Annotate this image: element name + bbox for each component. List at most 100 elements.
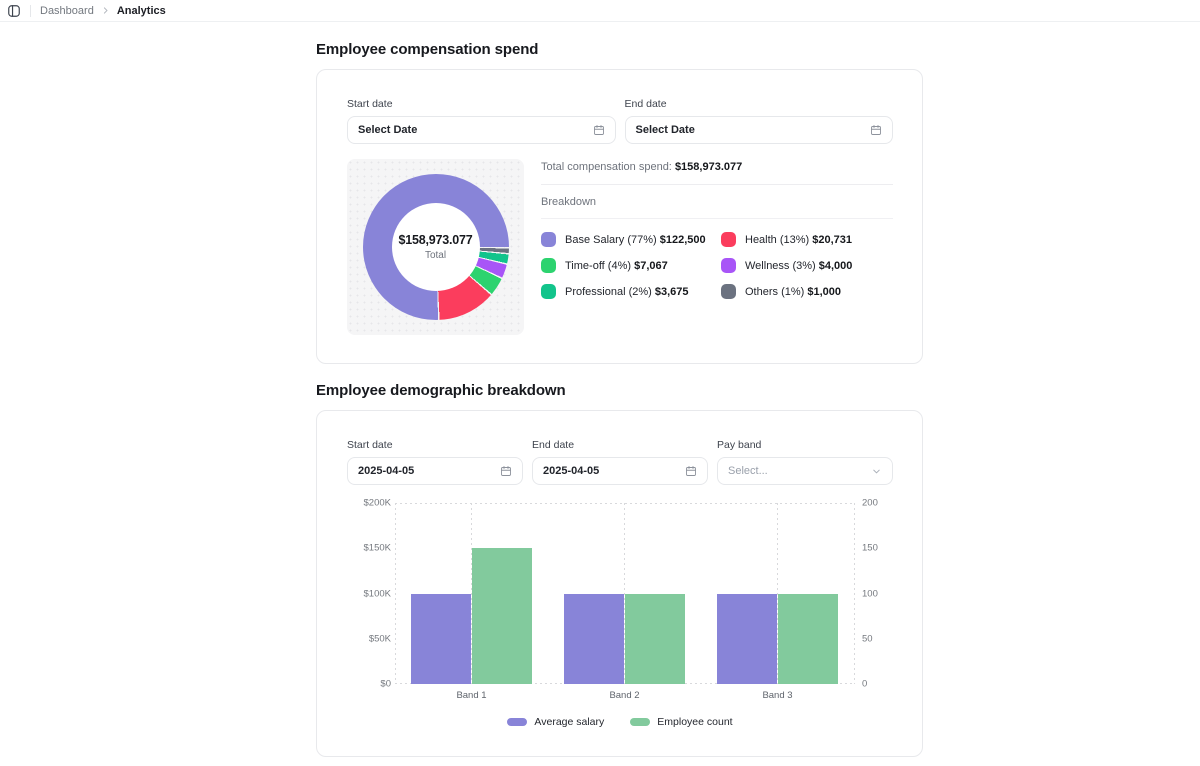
start-date-value: Select Date [358,124,417,136]
legend-value: $20,731 [812,234,852,246]
legend-label: Time-off (4%) $7,067 [565,260,668,272]
donut-center: $158,973.077 Total [392,203,480,291]
legend-value: $122,500 [660,234,706,246]
legend-item: Professional (2%) $3,675 [541,284,713,299]
legend-swatch [507,718,527,726]
y-axis-right: 050100150200 [858,503,893,684]
legend-swatch [541,284,556,299]
sidebar-toggle-icon[interactable] [7,4,21,18]
axis-tick-label: $200K [364,498,391,509]
chevron-right-icon [101,6,110,15]
demo-start-date-input[interactable]: 2025-04-05 [347,457,523,485]
bar-employee-count [472,548,532,684]
comp-end-date-field: End date Select Date [625,98,894,144]
legend-swatch [630,718,650,726]
compensation-card: Start date Select Date End date Select D… [316,69,923,364]
calendar-icon [685,465,697,477]
demographic-section-title: Employee demographic breakdown [316,382,923,399]
end-date-value: 2025-04-05 [543,465,599,477]
main-content: Employee compensation spend Start date S… [316,41,923,757]
start-date-label: Start date [347,439,523,451]
donut-center-value: $158,973.077 [398,233,472,247]
end-date-label: End date [532,439,708,451]
pay-band-select[interactable]: Select... [717,457,893,485]
legend-employee-count: Employee count [630,716,732,728]
axis-tick-label: 0 [862,679,867,690]
donut-chart: $158,973.077 Total [363,174,509,320]
breadcrumb-dashboard[interactable]: Dashboard [40,5,94,17]
axis-tick-label: 150 [862,543,878,554]
bar-average-salary [564,594,624,685]
demo-end-date-field: End date 2025-04-05 [532,439,708,485]
legend-item: Wellness (3%) $4,000 [721,258,893,273]
x-axis-label: Band 1 [395,690,548,701]
start-date-label: Start date [347,98,616,110]
comp-end-date-input[interactable]: Select Date [625,116,894,144]
band-group [395,503,548,684]
legend-item: Others (1%) $1,000 [721,284,893,299]
compensation-section-title: Employee compensation spend [316,41,923,58]
y-axis-left: $0$50K$100K$150K$200K [347,503,391,684]
topbar-divider [30,5,31,17]
demo-end-date-input[interactable]: 2025-04-05 [532,457,708,485]
bar-average-salary [717,594,777,685]
demo-start-date-field: Start date 2025-04-05 [347,439,523,485]
legend-label: Health (13%) $20,731 [745,234,852,246]
calendar-icon [500,465,512,477]
legend-label: Wellness (3%) $4,000 [745,260,852,272]
end-date-value: Select Date [636,124,695,136]
legend-swatch [721,258,736,273]
calendar-icon [870,124,882,136]
legend-swatch [541,232,556,247]
axis-tick-label: $50K [369,633,391,644]
axis-tick-label: $100K [364,588,391,599]
legend-swatch [721,284,736,299]
total-spend-line: Total compensation spend: $158,973.077 [541,161,893,185]
bar-chart-plot [395,503,854,684]
start-date-value: 2025-04-05 [358,465,414,477]
bars-layer [395,503,854,684]
bar-average-salary [411,594,471,685]
legend-item: Time-off (4%) $7,067 [541,258,713,273]
legend-label: Base Salary (77%) $122,500 [565,234,706,246]
legend-label: Professional (2%) $3,675 [565,286,689,298]
end-date-label: End date [625,98,894,110]
legend-label: Employee count [657,716,732,728]
axis-tick-label: 200 [862,498,878,509]
pay-band-label: Pay band [717,439,893,451]
legend-value: $4,000 [819,260,853,272]
legend-item: Base Salary (77%) $122,500 [541,232,713,247]
x-axis-label: Band 3 [701,690,854,701]
x-axis-label: Band 2 [548,690,701,701]
breakdown-heading: Breakdown [541,196,893,219]
pay-band-field: Pay band Select... [717,439,893,485]
bar-employee-count [625,594,685,685]
calendar-icon [593,124,605,136]
axis-tick-label: 100 [862,588,878,599]
donut-center-label: Total [425,250,446,261]
comp-start-date-input[interactable]: Select Date [347,116,616,144]
topbar: Dashboard Analytics [0,0,1200,22]
legend-item: Health (13%) $20,731 [721,232,893,247]
pay-band-placeholder: Select... [728,465,768,477]
axis-tick-label: $150K [364,543,391,554]
legend-label: Average salary [534,716,604,728]
legend-label: Others (1%) $1,000 [745,286,841,298]
axis-tick-label: 50 [862,633,873,644]
legend-average-salary: Average salary [507,716,604,728]
band-group [548,503,701,684]
x-axis: Band 1Band 2Band 3 [395,690,854,701]
legend-value: $7,067 [634,260,668,272]
legend-value: $1,000 [807,286,841,298]
bar-employee-count [778,594,838,685]
axis-tick-label: $0 [380,679,391,690]
bar-chart: $0$50K$100K$150K$200K 050100150200 Band … [347,503,893,728]
donut-panel: $158,973.077 Total [347,159,524,335]
total-spend-value: $158,973.077 [675,161,742,173]
breadcrumb: Dashboard Analytics [40,5,166,17]
comp-start-date-field: Start date Select Date [347,98,616,144]
demographic-card: Start date 2025-04-05 End date 2025-04-0… [316,410,923,757]
breadcrumb-analytics: Analytics [117,5,166,17]
legend-swatch [721,232,736,247]
legend-value: $3,675 [655,286,689,298]
